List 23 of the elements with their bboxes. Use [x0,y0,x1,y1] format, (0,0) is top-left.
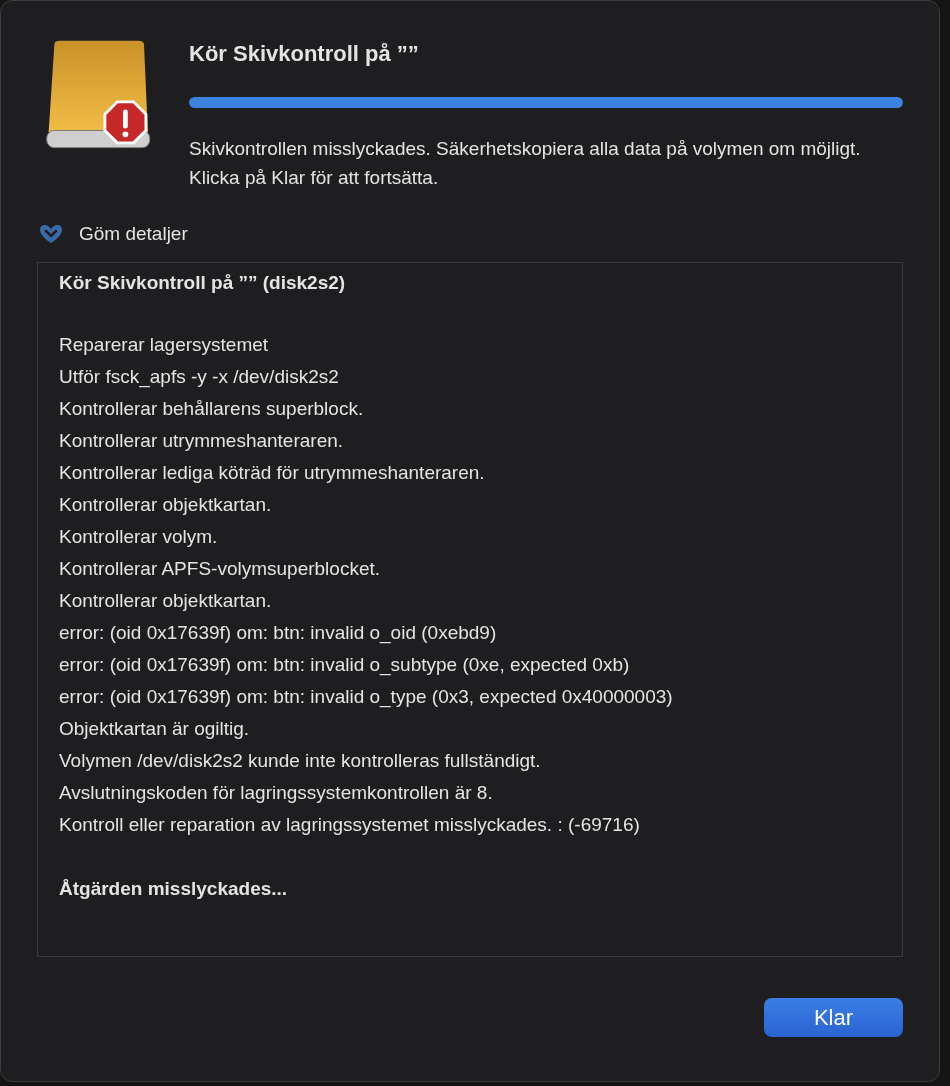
log-line: Kontroll eller reparation av lagringssystemet misslyckades. : (-69716) [59,813,641,837]
log-result: Åtgärden misslyckades... [59,877,289,901]
log-title: Kör Skivkontroll på ”” (disk2s2) [59,271,347,295]
log-line: Kontrollerar APFS-volymsuperblocket. [59,557,381,581]
log-line: error: (oid 0x17639f) om: btn: invalid o_type (0x3, expected 0x40000003) [59,685,674,710]
log-line: Kontrollerar volym. [59,525,219,549]
dialog-message: Skivkontrollen misslyckades. Säkerhetskopiera alla data på volymen om möjligt. Klicka på Klar för att fortsätta. [189,137,862,190]
log-line: error: (oid 0x17639f) om: btn: invalid o_oid (0xebd9) [59,621,498,646]
log-line: Avslutningskoden för lagringssystemkontrollen är 8. [59,781,494,805]
log-line: Kontrollerar lediga köträd för utrymmeshanteraren. [59,461,486,485]
log-line: Kontrollerar utrymmeshanteraren. [59,429,345,453]
log-line: Objektkartan är ogiltig. [59,717,251,741]
dialog-title: Kör Skivkontroll på ”” [189,41,420,67]
done-button[interactable]: Klar [764,998,903,1037]
log-line: Kontrollerar objektkartan. [59,589,273,613]
chevron-icon[interactable] [37,222,65,246]
log-line: Reparerar lagersystemet [59,333,270,357]
log-line: Kontrollerar objektkartan. [59,493,273,517]
log-line: Volymen /dev/disk2s2 kunde inte kontrolleras fullständigt. [59,749,542,773]
log-line: Utför fsck_apfs -y -x /dev/disk2s2 [59,365,340,390]
log-line: Kontrollerar behållarens superblock. [59,397,365,421]
details-toggle[interactable]: Göm detaljer [79,223,188,245]
log-line: error: (oid 0x17639f) om: btn: invalid o_subtype (0xe, expected 0xb) [59,653,631,678]
